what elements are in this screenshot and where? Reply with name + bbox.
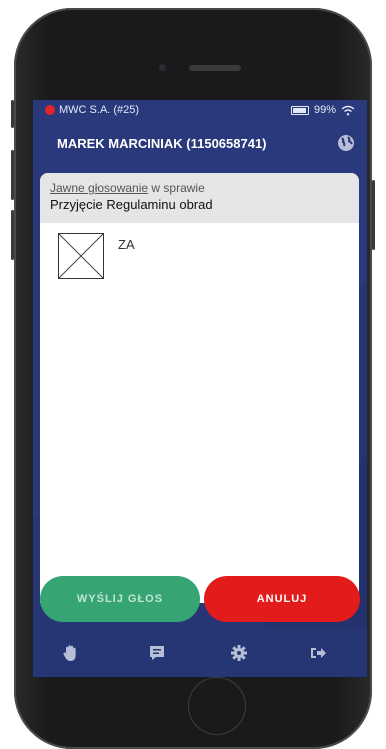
wifi-icon	[341, 105, 355, 115]
gear-icon[interactable]	[229, 643, 249, 663]
volume-down-button	[11, 210, 14, 260]
battery-icon	[290, 105, 309, 115]
vote-type-rest: w sprawie	[148, 181, 205, 195]
comment-icon[interactable]	[147, 643, 167, 663]
option-image-placeholder[interactable]	[58, 233, 104, 279]
vote-type: Jawne głosowanie w sprawie	[50, 181, 349, 195]
bottom-tab-bar	[33, 629, 367, 677]
status-right: 99%	[290, 104, 355, 116]
volume-up-button	[11, 150, 14, 200]
hand-icon[interactable]	[61, 643, 81, 663]
vote-option[interactable]: ZA	[58, 233, 135, 279]
status-bar: MWC S.A. (#25) 99%	[33, 100, 367, 122]
home-button[interactable]	[188, 677, 246, 735]
image-placeholder-icon	[58, 233, 104, 279]
mute-switch	[11, 100, 14, 128]
battery-level: 99%	[313, 104, 336, 116]
send-vote-button[interactable]: WYŚLIJ GŁOS	[40, 576, 200, 622]
vote-topic: Jawne głosowanie w sprawie Przyjęcie Reg…	[40, 173, 359, 223]
user-title: MAREK MARCINIAK (1150658741)	[57, 136, 267, 151]
front-camera	[159, 64, 166, 71]
power-button	[372, 180, 375, 250]
carrier-info: MWC S.A. (#25)	[45, 104, 139, 116]
earpiece-speaker	[189, 65, 241, 71]
cancel-button[interactable]: ANULUJ	[204, 576, 360, 622]
carrier-name: MWC S.A. (#25)	[59, 104, 140, 116]
vote-type-link[interactable]: Jawne głosowanie	[50, 181, 148, 195]
record-dot-icon	[45, 105, 55, 115]
app-header: MAREK MARCINIAK (1150658741)	[33, 126, 367, 160]
option-label: ZA	[118, 237, 135, 252]
app-screen: MWC S.A. (#25) 99% MAREK MARCINIAK (1150…	[33, 100, 367, 677]
logout-icon[interactable]	[308, 643, 328, 663]
vote-card: Jawne głosowanie w sprawie Przyjęcie Reg…	[40, 173, 359, 603]
vote-subject: Przyjęcie Regulaminu obrad	[50, 197, 213, 212]
globe-icon[interactable]	[337, 134, 355, 152]
